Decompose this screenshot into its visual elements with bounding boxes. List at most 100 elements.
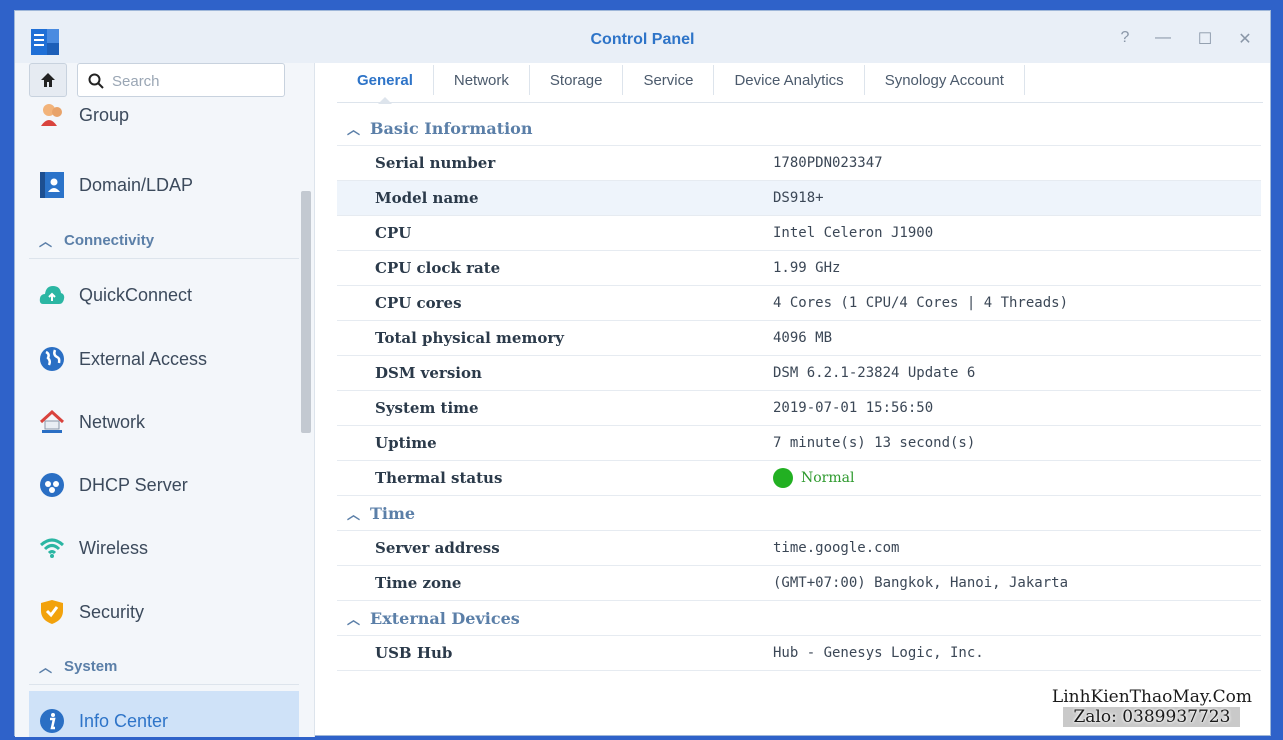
group-icon [39, 102, 65, 128]
quickconnect-icon [39, 282, 65, 308]
close-icon[interactable]: ✕ [1235, 29, 1255, 49]
table-row: CPU Intel Celeron J1900 [337, 216, 1261, 251]
help-icon[interactable]: ? [1115, 29, 1135, 47]
info-table: ︿ Basic Information Serial number 1780PDN… [337, 111, 1261, 671]
sidebar-item-external-access[interactable]: External Access [29, 329, 299, 389]
sidebar-item-info-center[interactable]: Info Center [29, 691, 299, 737]
table-row: CPU cores 4 Cores (1 CPU/4 Cores | 4 Thre… [337, 286, 1261, 321]
table-row: Time zone (GMT+07:00) Bangkok, Hanoi, Jak… [337, 566, 1261, 601]
search-icon [88, 73, 104, 89]
row-label: CPU clock rate [375, 259, 501, 277]
sidebar-scrollbar[interactable] [301, 191, 311, 433]
status-text: Normal [801, 470, 855, 486]
title-bar[interactable]: Control Panel ? — ☐ ✕ [15, 11, 1270, 63]
search-input[interactable] [112, 71, 278, 91]
sidebar-item-label: External Access [79, 348, 208, 369]
tab-bar: General Network Storage Service Device A… [337, 63, 1263, 104]
table-row: Model name DS918+ [337, 181, 1261, 216]
globe-icon [39, 346, 65, 372]
maximize-icon[interactable]: ☐ [1195, 29, 1215, 49]
network-house-icon [39, 409, 65, 435]
section-header-time[interactable]: ︿ Time [337, 496, 1261, 531]
sidebar-item-label: DHCP Server [79, 474, 188, 495]
table-row: Serial number 1780PDN023347 [337, 146, 1261, 181]
sidebar-item-label: Info Center [79, 710, 169, 731]
watermark-line-1: LinhKienThaoMay.Com [1051, 687, 1252, 707]
chevron-up-icon: ︿ [347, 611, 361, 627]
row-label: Thermal status [375, 469, 503, 487]
home-icon [41, 73, 55, 87]
row-value: 1780PDN023347 [773, 155, 883, 171]
chevron-up-icon: ︿ [39, 234, 53, 249]
row-value: (GMT+07:00) Bangkok, Hanoi, Jakarta [773, 575, 1069, 591]
sidebar-item-group[interactable]: Group [29, 95, 299, 135]
tab-service[interactable]: Service [623, 65, 715, 95]
watermark: LinhKienThaoMay.Com Zalo: 0389937723 [1052, 687, 1252, 727]
row-label: Time zone [375, 574, 462, 592]
row-label: Total physical memory [375, 329, 564, 347]
table-row: USB Hub Hub - Genesys Logic, Inc. [337, 636, 1261, 671]
table-row: Total physical memory 4096 MB [337, 321, 1261, 356]
sidebar-item-security[interactable]: Security [29, 582, 299, 642]
row-value: DS918+ [773, 190, 824, 206]
sidebar-item-label: QuickConnect [79, 284, 193, 305]
section-header-connectivity[interactable]: ︿ Connectivity [29, 223, 299, 259]
thermal-status-value: Normal [773, 468, 854, 488]
table-row: System time 2019-07-01 15:56:50 [337, 391, 1261, 426]
sidebar-item-label: Wireless [79, 537, 149, 558]
sidebar-item-label: Network [79, 411, 146, 432]
chevron-up-icon: ︿ [347, 506, 361, 522]
tab-device-analytics[interactable]: Device Analytics [714, 65, 865, 95]
row-label: CPU cores [375, 294, 462, 312]
table-row: CPU clock rate 1.99 GHz [337, 251, 1261, 286]
status-ok-icon [773, 468, 793, 488]
chevron-up-icon: ︿ [347, 121, 361, 137]
tab-general[interactable]: General [337, 65, 434, 104]
sidebar-item-network[interactable]: Network [29, 392, 299, 452]
sidebar-item-label: Security [79, 601, 145, 622]
row-label: USB Hub [375, 644, 453, 662]
sidebar-item-wireless[interactable]: Wireless [29, 518, 299, 578]
row-label: System time [375, 399, 479, 417]
control-panel-window: Control Panel ? — ☐ ✕ Group Domain/LDAP [14, 10, 1271, 737]
home-button[interactable] [29, 63, 67, 97]
row-label: Model name [375, 189, 479, 207]
section-header-basic-information[interactable]: ︿ Basic Information [337, 111, 1261, 146]
row-value: DSM 6.2.1-23824 Update 6 [773, 365, 976, 381]
section-header-system[interactable]: ︿ System [29, 649, 299, 685]
row-value: Hub - Genesys Logic, Inc. [773, 645, 984, 661]
window-title: Control Panel [590, 31, 695, 48]
info-icon [39, 708, 65, 734]
row-label: DSM version [375, 364, 482, 382]
table-row: Thermal status Normal [337, 461, 1261, 496]
row-value: 2019-07-01 15:56:50 [773, 400, 934, 416]
sidebar-item-label: Group [79, 104, 130, 125]
row-label: CPU [375, 224, 412, 242]
table-row: DSM version DSM 6.2.1-23824 Update 6 [337, 356, 1261, 391]
row-value: 4 Cores (1 CPU/4 Cores | 4 Threads) [773, 295, 1069, 311]
table-row: Server address time.google.com [337, 531, 1261, 566]
table-row: Uptime 7 minute(s) 13 second(s) [337, 426, 1261, 461]
section-header-external-devices[interactable]: ︿ External Devices [337, 601, 1261, 636]
shield-icon [39, 599, 65, 625]
tab-network[interactable]: Network [434, 65, 530, 95]
wifi-icon [39, 535, 65, 561]
row-value: Intel Celeron J1900 [773, 225, 934, 241]
sidebar-item-quickconnect[interactable]: QuickConnect [29, 265, 299, 325]
row-value: 1.99 GHz [773, 260, 841, 276]
row-label: Server address [375, 539, 500, 557]
main-content: General Network Storage Service Device A… [337, 63, 1263, 737]
search-box[interactable] [77, 63, 285, 97]
sidebar-item-domain-ldap[interactable]: Domain/LDAP [29, 155, 299, 215]
chevron-up-icon: ︿ [39, 660, 53, 675]
tab-storage[interactable]: Storage [530, 65, 624, 95]
row-label: Uptime [375, 434, 437, 452]
row-value: time.google.com [773, 540, 900, 556]
domain-ldap-icon [39, 172, 65, 198]
dhcp-server-icon [39, 472, 65, 498]
watermark-line-2: Zalo: 0389937723 [1063, 707, 1241, 727]
row-value: 4096 MB [773, 330, 833, 346]
sidebar-item-dhcp-server[interactable]: DHCP Server [29, 455, 299, 515]
minimize-icon[interactable]: — [1153, 29, 1173, 47]
tab-synology-account[interactable]: Synology Account [865, 65, 1025, 95]
